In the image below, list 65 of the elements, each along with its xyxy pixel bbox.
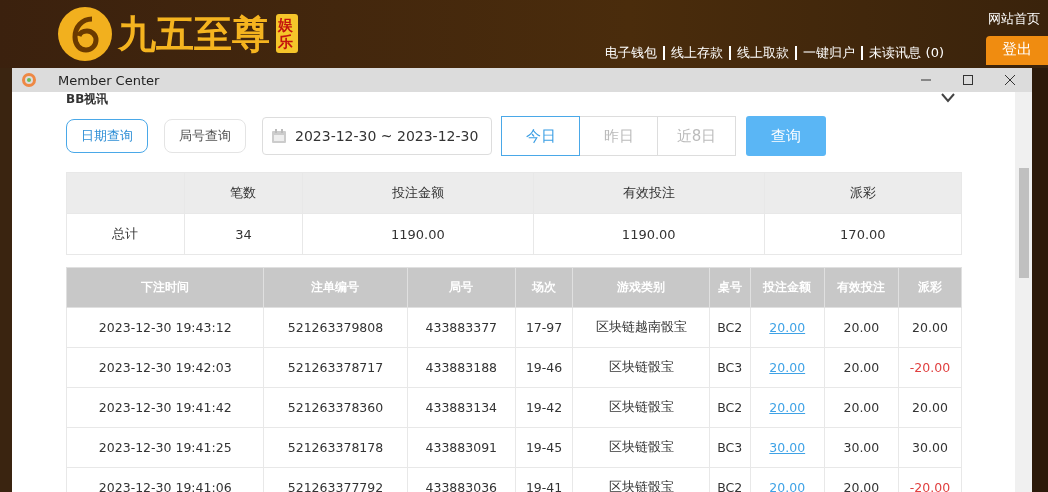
table-cell: BC3 [709, 427, 751, 468]
column-header: 笔数 [184, 172, 303, 214]
table-cell: 区块链骰宝 [572, 427, 710, 468]
table-cell: 20.00 [824, 387, 899, 428]
row-label: 总计 [66, 213, 185, 255]
logo-badge: 娱乐 [276, 14, 298, 53]
date-preset-button[interactable]: 今日 [501, 116, 580, 156]
table-cell: 19-46 [515, 347, 573, 388]
table-cell: 区块链骰宝 [572, 387, 710, 428]
table-cell: 1190.00 [302, 213, 534, 255]
table-cell: 521263378360 [263, 387, 408, 428]
search-mode-tab[interactable]: 日期查询 [66, 119, 148, 153]
column-header: 派彩 [764, 172, 962, 214]
query-button[interactable]: 查询 [746, 116, 826, 156]
table-cell: 34 [184, 213, 303, 255]
logo-text: 九五至尊 [118, 9, 270, 58]
table-cell: 2023-12-30 19:41:06 [66, 467, 264, 492]
table-cell: 20.00 [898, 307, 962, 348]
home-link[interactable]: 网站首页 [988, 10, 1048, 28]
table-cell: 20.00 [824, 307, 899, 348]
table-cell: -20.00 [898, 347, 962, 388]
date-range-field[interactable]: 2023-12-30 ~ 2023-12-30 [262, 117, 492, 155]
amount-link[interactable]: 20.00 [769, 480, 806, 492]
nav-link[interactable]: 电子钱包 [599, 45, 664, 60]
table-cell: 433883134 [407, 387, 516, 428]
nav-link[interactable]: 线上取款 [729, 45, 796, 60]
table-cell: 521263379808 [263, 307, 408, 348]
table-cell: 17-97 [515, 307, 573, 348]
amount-link[interactable]: 30.00 [769, 440, 806, 455]
date-preset-button[interactable]: 昨日 [579, 116, 658, 156]
logout-button[interactable]: 登出 [986, 36, 1048, 65]
table-cell: 2023-12-30 19:43:12 [66, 307, 264, 348]
table-cell: 19-42 [515, 387, 573, 428]
column-header: 有效投注 [533, 172, 765, 214]
table-cell: 区块链越南骰宝 [572, 307, 710, 348]
table-cell: BC2 [709, 307, 751, 348]
amount-link[interactable]: 20.00 [769, 400, 806, 415]
table-cell: 170.00 [764, 213, 962, 255]
table-cell: 1190.00 [533, 213, 765, 255]
column-header: 投注金额 [302, 172, 534, 214]
table-cell: 2023-12-30 19:42:03 [66, 347, 264, 388]
table-cell: 20.00 [824, 347, 899, 388]
table-cell: BC3 [709, 347, 751, 388]
table-cell: 433883091 [407, 427, 516, 468]
date-preset-button[interactable]: 近8日 [657, 116, 736, 156]
table-cell: 521263378717 [263, 347, 408, 388]
nav-link[interactable]: 未读讯息 (0) [861, 45, 950, 60]
search-mode-tab[interactable]: 局号查询 [164, 119, 246, 153]
window-title: Member Center [58, 72, 160, 88]
nav-link[interactable]: 线上存款 [663, 45, 730, 60]
table-cell: 433883188 [407, 347, 516, 388]
amount-link[interactable]: 20.00 [769, 320, 806, 335]
table-cell: BC2 [709, 387, 751, 428]
table-cell: 30.00 [824, 427, 899, 468]
table-cell: 30.00 [898, 427, 962, 468]
nav-link[interactable]: 一键归户 [795, 45, 862, 60]
table-cell: 521263378178 [263, 427, 408, 468]
table-cell: 20.00 [898, 387, 962, 428]
table-cell: 19-45 [515, 427, 573, 468]
amount-link[interactable]: 20.00 [769, 360, 806, 375]
table-cell: 区块链骰宝 [572, 347, 710, 388]
panel-title: BB视讯 [66, 92, 109, 108]
table-cell: 433883377 [407, 307, 516, 348]
table-cell: 2023-12-30 19:41:42 [66, 387, 264, 428]
table-cell: 2023-12-30 19:41:25 [66, 427, 264, 468]
